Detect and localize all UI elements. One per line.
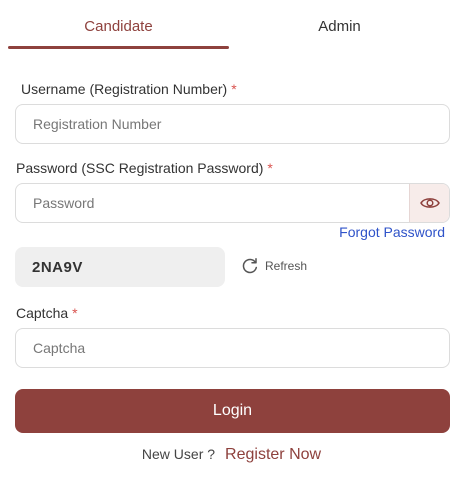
new-user-text: New User ? (141, 446, 216, 462)
username-label: Username (Registration Number) * (21, 81, 237, 97)
forgot-password-link[interactable]: Forgot Password (339, 224, 445, 240)
active-tab-indicator (8, 46, 229, 49)
username-input[interactable]: Registration Number (15, 104, 450, 144)
required-mark: * (231, 81, 237, 97)
refresh-icon (242, 258, 258, 274)
username-label-text: Username (Registration Number) (21, 81, 228, 97)
login-tabs: Candidate Admin (8, 0, 455, 52)
captcha-label: Captcha * (16, 305, 78, 321)
captcha-label-text: Captcha (16, 305, 69, 321)
tab-candidate[interactable]: Candidate (8, 0, 229, 52)
register-prompt: New User ? Register Now (0, 446, 463, 464)
required-mark: * (267, 160, 273, 176)
eye-icon (419, 198, 440, 208)
login-button[interactable]: Login (15, 389, 450, 433)
required-mark: * (72, 305, 78, 321)
refresh-captcha-button[interactable]: Refresh (241, 257, 307, 275)
refresh-label: Refresh (265, 259, 308, 273)
password-label-text: Password (SSC Registration Password) (16, 160, 264, 176)
password-field: Password (15, 183, 450, 223)
captcha-input[interactable]: Captcha (15, 328, 450, 368)
tab-admin[interactable]: Admin (229, 0, 450, 52)
show-password-button[interactable] (409, 184, 449, 222)
password-label: Password (SSC Registration Password) * (16, 160, 273, 176)
password-input[interactable]: Password (16, 184, 409, 222)
captcha-code: 2NA9V (15, 247, 225, 287)
register-now-link[interactable]: Register Now (225, 446, 321, 464)
